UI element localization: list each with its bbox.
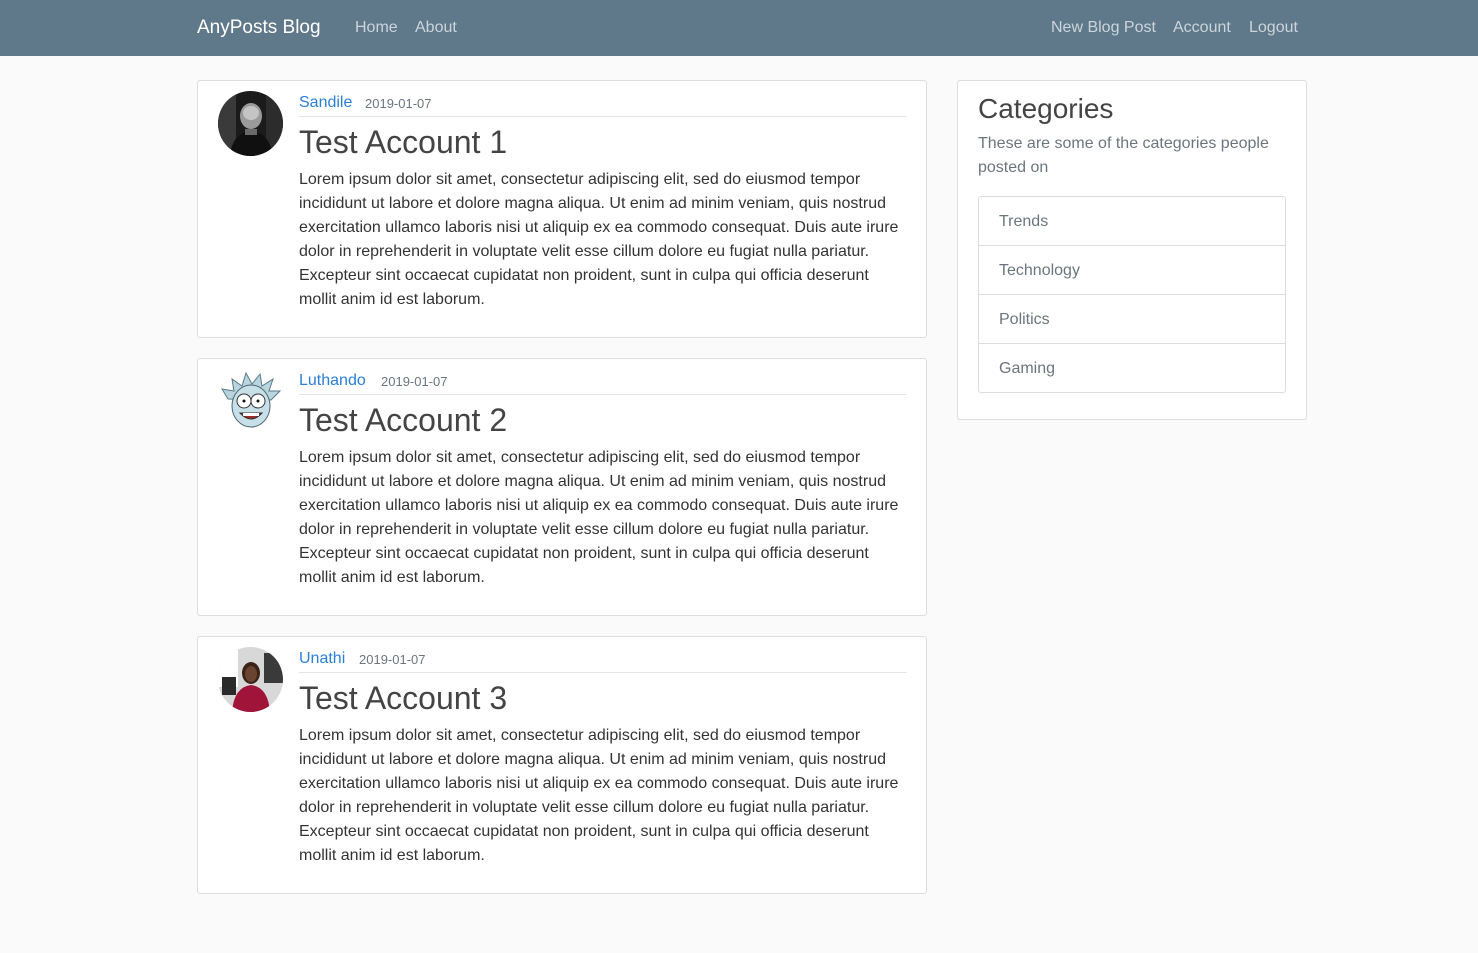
author-avatar-unathi	[218, 647, 283, 712]
sidebar-title: Categories	[978, 93, 1114, 124]
category-item-gaming[interactable]: Gaming	[979, 344, 1285, 393]
categories-sidebar: Categories These are some of the categor…	[957, 80, 1307, 420]
post-date: 2019-01-07	[359, 652, 426, 667]
brand-link[interactable]: AnyPosts Blog	[197, 16, 321, 40]
post-date: 2019-01-07	[365, 96, 432, 111]
post-content: Lorem ipsum dolor sit amet, consectetur …	[299, 727, 899, 864]
post-card: Sandile 2019-01-07 Test Account 1 Lorem …	[197, 80, 927, 338]
post-card: Unathi 2019-01-07 Test Account 3 Lorem i…	[197, 636, 927, 894]
nav-link-home[interactable]: Home	[355, 18, 398, 38]
navbar: AnyPosts Blog Home About New Blog Post A…	[0, 0, 1478, 56]
post-author-link[interactable]: Sandile	[299, 93, 352, 113]
nav-link-about[interactable]: About	[415, 18, 457, 38]
post-content: Lorem ipsum dolor sit amet, consectetur …	[299, 171, 899, 308]
post-card: Luthando 2019-01-07 Test Account 2 Lorem…	[197, 358, 927, 616]
category-item-trends[interactable]: Trends	[979, 197, 1285, 246]
post-author-link[interactable]: Luthando	[299, 371, 366, 391]
nav-link-new-blog-post[interactable]: New Blog Post	[1051, 18, 1156, 38]
sidebar-description: These are some of the categories people …	[978, 135, 1269, 176]
post-title-link[interactable]: Test Account 3	[299, 679, 507, 717]
post-meta: Unathi 2019-01-07	[299, 637, 907, 673]
post-date: 2019-01-07	[381, 374, 448, 389]
post-author-link[interactable]: Unathi	[299, 649, 345, 669]
post-content: Lorem ipsum dolor sit amet, consectetur …	[299, 449, 899, 586]
post-title-link[interactable]: Test Account 2	[299, 401, 507, 439]
category-list: Trends Technology Politics Gaming	[978, 196, 1286, 393]
category-item-politics[interactable]: Politics	[979, 295, 1285, 344]
author-avatar-luthando	[218, 369, 283, 434]
nav-link-logout[interactable]: Logout	[1249, 18, 1298, 38]
post-meta: Luthando 2019-01-07	[299, 359, 907, 395]
nav-link-account[interactable]: Account	[1173, 18, 1231, 38]
category-item-technology[interactable]: Technology	[979, 246, 1285, 295]
author-avatar-sandile	[218, 91, 283, 156]
post-meta: Sandile 2019-01-07	[299, 81, 907, 117]
post-title-link[interactable]: Test Account 1	[299, 123, 507, 161]
